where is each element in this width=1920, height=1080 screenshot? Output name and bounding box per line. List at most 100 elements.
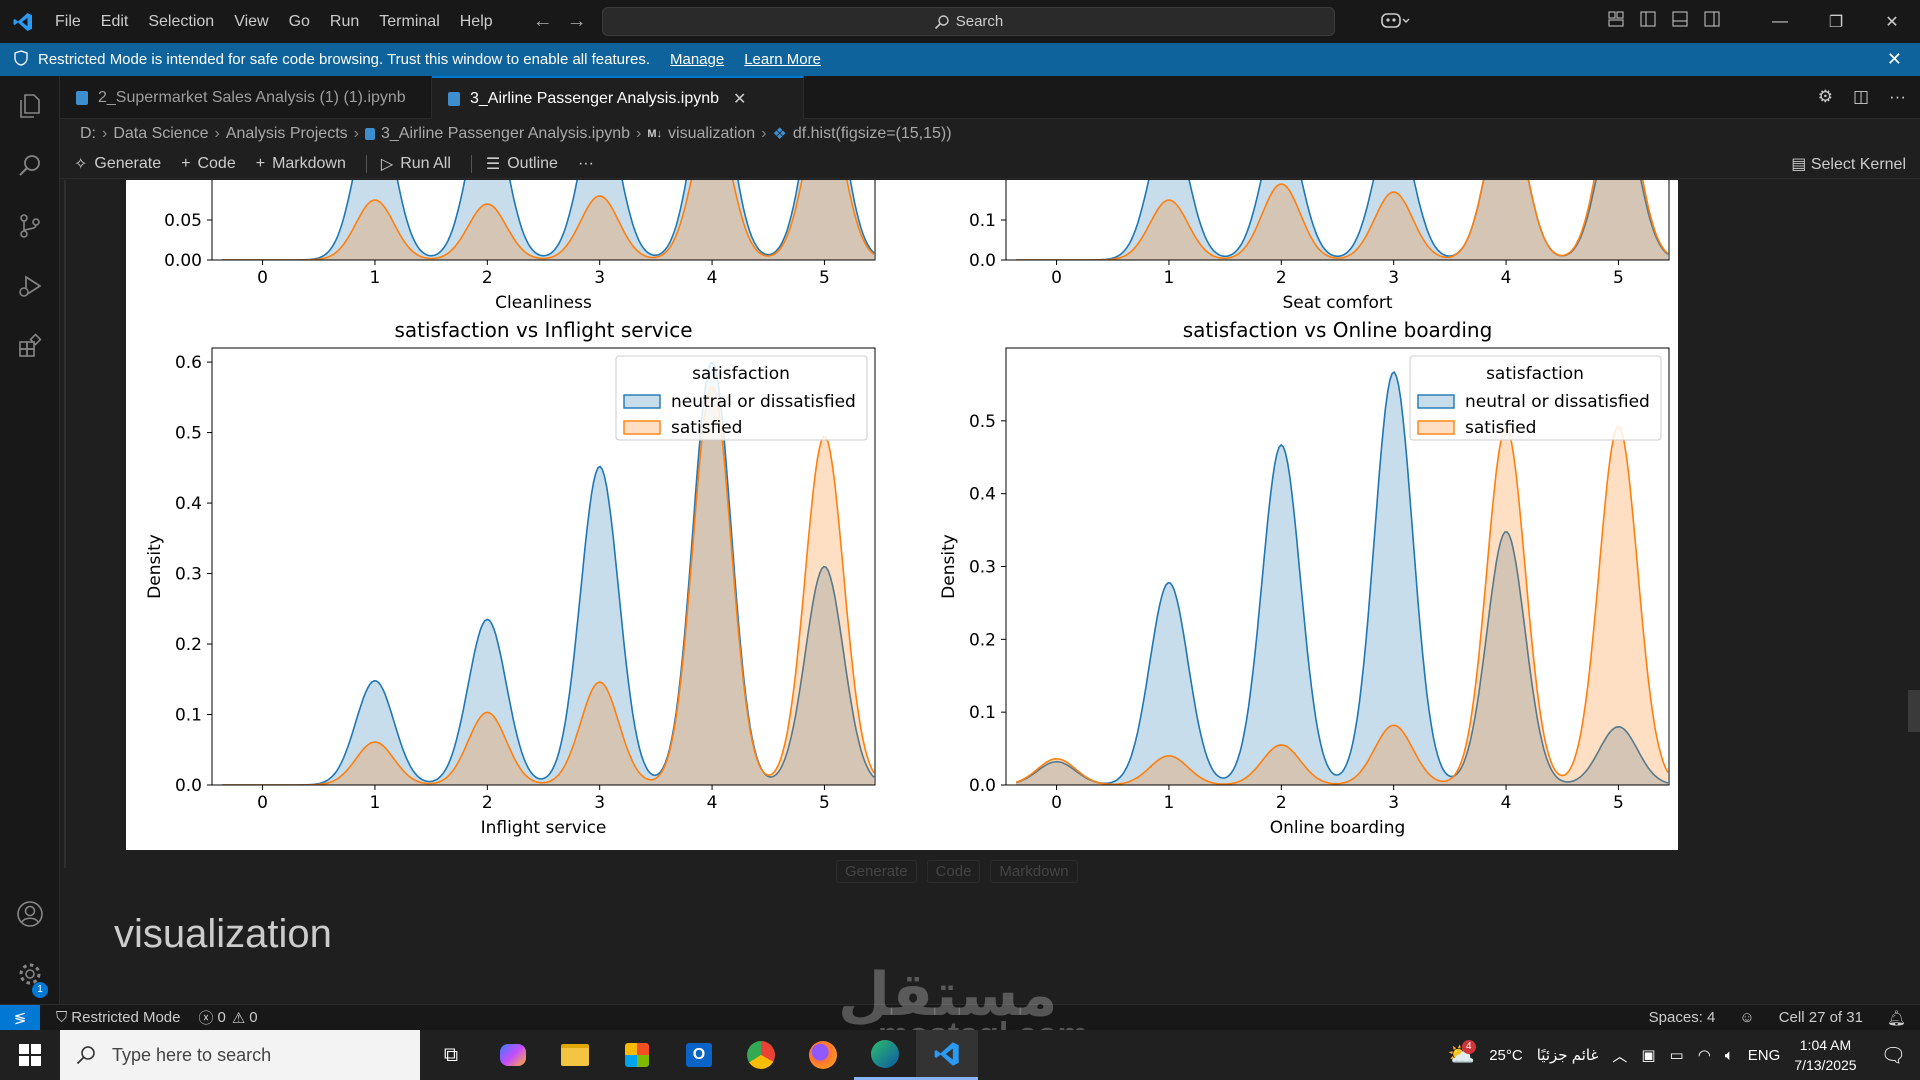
more-toolbar-actions[interactable]: ··· xyxy=(578,155,594,173)
select-kernel-button[interactable]: ▤ Select Kernel xyxy=(1791,154,1906,174)
restore-icon[interactable]: ❐ xyxy=(1808,12,1864,32)
accounts-icon[interactable] xyxy=(0,884,60,944)
task-view-icon[interactable]: ⧉ xyxy=(420,1030,482,1080)
copilot-status-icon[interactable]: ☺ xyxy=(1739,1009,1754,1027)
chrome-icon[interactable] xyxy=(730,1030,792,1080)
weather-temperature[interactable]: 25°C xyxy=(1489,1047,1523,1064)
cell-position-status[interactable]: Cell 27 of 31 xyxy=(1779,1009,1863,1027)
restricted-mode-status[interactable]: Restricted Mode xyxy=(71,1009,180,1026)
vscode-taskbar-icon[interactable] xyxy=(916,1030,978,1080)
add-code-cell-button[interactable]: + Code xyxy=(181,155,236,173)
learn-more-link[interactable]: Learn More xyxy=(744,51,821,68)
breadcrumb-folder[interactable]: Analysis Projects xyxy=(226,125,348,143)
input-language[interactable]: ENG xyxy=(1748,1047,1781,1064)
add-generate-button[interactable]: Generate xyxy=(836,860,917,883)
cell-gutter xyxy=(64,180,66,868)
kde-line-series xyxy=(222,180,875,260)
clock-date: 7/13/2025 xyxy=(1794,1057,1857,1073)
explorer-icon[interactable] xyxy=(0,76,60,136)
generate-label: Generate xyxy=(94,154,162,172)
command-center-search[interactable]: Search xyxy=(602,7,1335,36)
clock[interactable]: 1:04 AM 7/13/2025 xyxy=(1794,1035,1856,1075)
x-tick-label: 0 xyxy=(257,793,268,813)
generate-button[interactable]: ✧ Generate xyxy=(74,154,161,174)
close-window-icon[interactable]: ✕ xyxy=(1864,12,1920,32)
copilot-icon[interactable] xyxy=(1380,10,1410,35)
close-tab-icon[interactable]: ✕ xyxy=(733,89,746,109)
customize-layout-icon[interactable] xyxy=(1600,11,1632,32)
x-tick-label: 3 xyxy=(594,268,605,288)
minimize-icon[interactable]: — xyxy=(1752,13,1808,31)
menu-view[interactable]: View xyxy=(224,13,278,31)
volume-icon[interactable]: 🔈︎ xyxy=(1725,1047,1734,1064)
remote-icon[interactable]: ≶ xyxy=(0,1004,40,1031)
toggle-panel-icon[interactable] xyxy=(1664,11,1696,32)
kde-line-satisfied xyxy=(1015,425,1669,785)
split-editor-icon[interactable]: ◫ xyxy=(1853,87,1869,107)
more-label: ··· xyxy=(577,154,594,172)
meet-now-icon[interactable]: ▣ xyxy=(1641,1046,1655,1064)
outline-button[interactable]: ☰ Outline xyxy=(486,154,558,174)
manage-link[interactable]: Manage xyxy=(670,51,724,68)
taskbar-search-box[interactable]: Type here to search xyxy=(60,1030,420,1080)
x-tick-label: 4 xyxy=(707,793,718,813)
kde-line-series xyxy=(1016,180,1669,260)
tab-supermarket-notebook[interactable]: 2_Supermarket Sales Analysis (1) (1).ipy… xyxy=(60,76,432,119)
notebook-file-icon xyxy=(364,128,375,140)
breadcrumb-cell[interactable]: df.hist(figsize=(15,15)) xyxy=(793,125,952,143)
run-debug-icon[interactable] xyxy=(0,256,60,316)
weather-icon[interactable]: ⛅ 4 xyxy=(1448,1040,1476,1068)
breadcrumb-folder[interactable]: Data Science xyxy=(113,125,208,143)
more-actions-icon[interactable]: ··· xyxy=(1889,87,1906,107)
menu-help[interactable]: Help xyxy=(450,13,503,31)
manage-gear-icon[interactable]: 1 xyxy=(0,944,60,1004)
code-label: Code xyxy=(197,154,236,172)
tab-airline-notebook[interactable]: 3_Airline Passenger Analysis.ipynb ✕ xyxy=(432,76,804,119)
close-banner-icon[interactable]: ✕ xyxy=(1887,49,1902,70)
microsoft-store-icon[interactable] xyxy=(606,1030,668,1080)
outlook-icon[interactable]: O xyxy=(668,1030,730,1080)
indentation-status[interactable]: Spaces: 4 xyxy=(1649,1009,1716,1027)
menu-run[interactable]: Run xyxy=(320,13,369,31)
menu-file[interactable]: File xyxy=(45,13,91,31)
error-count[interactable]: 0 xyxy=(218,1009,226,1026)
breadcrumb-file[interactable]: 3_Airline Passenger Analysis.ipynb xyxy=(381,125,630,143)
x-tick-label: 1 xyxy=(370,268,381,288)
file-explorer-icon[interactable] xyxy=(544,1030,606,1080)
menu-edit[interactable]: Edit xyxy=(91,13,139,31)
copilot-app-icon[interactable] xyxy=(482,1030,544,1080)
extensions-icon[interactable] xyxy=(0,316,60,376)
kde-line-series xyxy=(222,180,875,260)
menu-terminal[interactable]: Terminal xyxy=(369,13,449,31)
editor-scrollbar[interactable] xyxy=(1908,690,1920,732)
activity-bar: 1 xyxy=(0,76,60,1004)
battery-icon[interactable]: ▭ xyxy=(1670,1046,1684,1064)
edge-icon[interactable] xyxy=(854,1030,916,1080)
chevron-up-icon[interactable]: ︿ xyxy=(1612,1045,1627,1066)
search-sidebar-icon[interactable] xyxy=(0,136,60,196)
menu-go[interactable]: Go xyxy=(279,13,320,31)
add-code-button[interactable]: Code xyxy=(926,860,981,883)
toggle-primary-sidebar-icon[interactable] xyxy=(1632,11,1664,32)
add-markdown-cell-button[interactable]: + Markdown xyxy=(256,155,346,173)
notifications-icon[interactable]: 🗨︎ xyxy=(1881,1043,1906,1068)
windows-start-icon[interactable] xyxy=(0,1044,60,1066)
breadcrumb-drive[interactable]: D: xyxy=(80,125,96,143)
forward-arrow-icon[interactable]: → xyxy=(567,10,587,33)
weather-condition[interactable]: غائم جزئيًا xyxy=(1537,1046,1599,1064)
notebook-settings-gear-icon[interactable]: ⚙ xyxy=(1818,87,1833,107)
x-tick-label: 2 xyxy=(1276,268,1287,288)
wifi-icon[interactable]: ◠ xyxy=(1698,1046,1711,1064)
bell-icon[interactable]: 🔔︎ xyxy=(1887,1009,1906,1027)
warning-count[interactable]: 0 xyxy=(249,1009,257,1026)
menu-selection[interactable]: Selection xyxy=(138,13,224,31)
toggle-secondary-sidebar-icon[interactable] xyxy=(1696,11,1728,32)
y-tick-label: 0.4 xyxy=(175,494,202,514)
back-arrow-icon[interactable]: ← xyxy=(533,10,553,33)
firefox-icon[interactable] xyxy=(792,1030,854,1080)
add-markdown-button[interactable]: Markdown xyxy=(990,860,1078,883)
run-all-button[interactable]: ▷ Run All xyxy=(381,154,451,174)
source-control-icon[interactable] xyxy=(0,196,60,256)
kernel-icon: ▤ xyxy=(1791,156,1807,173)
breadcrumb-section[interactable]: visualization xyxy=(668,125,755,143)
